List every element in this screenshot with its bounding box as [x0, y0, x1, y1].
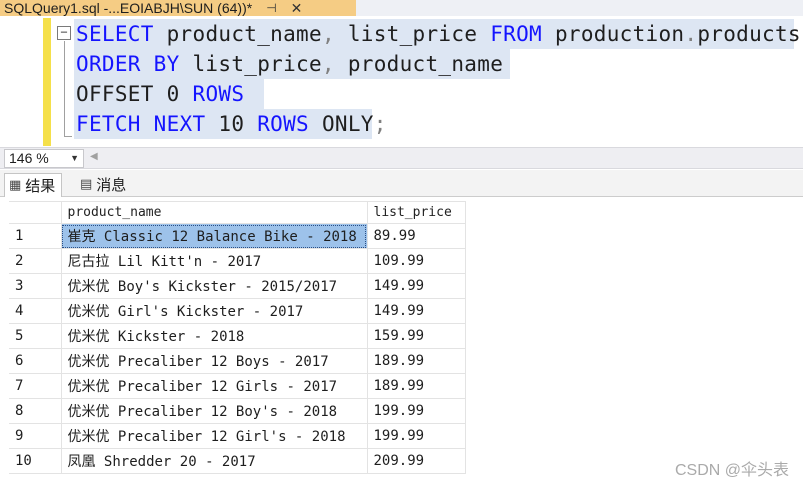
cell-list-price[interactable]: 159.99: [366, 323, 466, 349]
editor-zoom-bar: 146 % ▼ ◀: [0, 147, 803, 169]
tab-strip: [356, 0, 803, 16]
editor-margin: [0, 16, 42, 147]
cell-product-name[interactable]: 优米优 Precaliber 12 Girls - 2017: [60, 373, 368, 399]
sql-keyword: ORDER BY: [76, 52, 180, 76]
table-row[interactable]: 2 尼古拉 Lil Kitt'n - 2017 109.99: [9, 248, 466, 274]
table-row[interactable]: 4 优米优 Girl's Kickster - 2017 149.99: [9, 298, 466, 324]
sql-identifier: products: [697, 22, 801, 46]
document-tab-title: SQLQuery1.sql -...EOIABJH\SUN (64))*: [4, 0, 253, 16]
sql-keyword: FETCH NEXT: [76, 112, 206, 136]
tab-results-label: 结果: [25, 176, 56, 195]
outline-line-end: [64, 136, 72, 137]
cell-list-price[interactable]: 209.99: [366, 448, 466, 474]
watermark: CSDN @伞头表: [674, 462, 789, 479]
zoom-dropdown[interactable]: 146 % ▼: [4, 149, 84, 168]
sql-keyword: ROWS: [192, 82, 245, 106]
row-number[interactable]: 7: [9, 373, 62, 399]
cell-product-name[interactable]: 崔克 Classic 12 Balance Bike - 2018: [60, 223, 368, 249]
cell-product-name[interactable]: 优米优 Precaliber 12 Boys - 2017: [60, 348, 368, 374]
results-grid: product_name list_price 1 崔克 Classic 12 B…: [9, 201, 466, 474]
table-row[interactable]: 5 优米优 Kickster - 2018 159.99: [9, 323, 466, 349]
cell-list-price[interactable]: 109.99: [366, 248, 466, 274]
row-number[interactable]: 6: [9, 348, 62, 374]
sql-identifier: product_name: [153, 22, 322, 46]
sql-punctuation: .: [684, 22, 698, 46]
table-row[interactable]: 9 优米优 Precaliber 12 Girl's - 2018 199.99: [9, 423, 466, 449]
collapse-icon[interactable]: −: [57, 26, 71, 40]
pin-icon[interactable]: ⊣: [266, 1, 276, 15]
sql-identifier: ONLY: [309, 112, 374, 136]
sql-keyword: SELECT: [76, 22, 154, 46]
sql-identifier: 10: [205, 112, 258, 136]
sql-identifier: production: [542, 22, 685, 46]
row-number[interactable]: 4: [9, 298, 62, 324]
cell-product-name[interactable]: 尼古拉 Lil Kitt'n - 2017: [60, 248, 368, 274]
cell-product-name[interactable]: 优米优 Kickster - 2018: [60, 323, 368, 349]
row-number[interactable]: 5: [9, 323, 62, 349]
tab-messages[interactable]: ▤ 消息: [76, 173, 132, 197]
grid-header-row: product_name list_price: [9, 201, 466, 224]
cell-list-price[interactable]: 149.99: [366, 298, 466, 324]
cell-product-name[interactable]: 优米优 Boy's Kickster - 2015/2017: [60, 273, 368, 299]
close-icon[interactable]: ✕: [291, 0, 303, 17]
sql-keyword: FROM: [490, 22, 542, 46]
results-grid-area: product_name list_price 1 崔克 Classic 12 B…: [0, 198, 803, 489]
cell-list-price[interactable]: 189.99: [366, 373, 466, 399]
sql-keyword: ROWS: [257, 112, 309, 136]
table-row[interactable]: 10 凤凰 Shredder 20 - 2017 209.99: [9, 448, 466, 474]
cell-list-price[interactable]: 199.99: [366, 423, 466, 449]
code-line[interactable]: SELECT product_name, list_price FROM pro…: [76, 19, 801, 49]
sql-punctuation: ;: [373, 112, 387, 136]
cell-list-price[interactable]: 199.99: [366, 398, 466, 424]
table-row[interactable]: 6 优米优 Precaliber 12 Boys - 2017 189.99: [9, 348, 466, 374]
row-number[interactable]: 1: [9, 223, 62, 249]
sql-identifier: list_price: [334, 22, 491, 46]
cell-product-name[interactable]: 优米优 Precaliber 12 Girl's - 2018: [60, 423, 368, 449]
tab-results[interactable]: ▦ 结果: [4, 173, 63, 197]
document-tab[interactable]: SQLQuery1.sql -...EOIABJH\SUN (64))* ⊣ ✕: [0, 0, 356, 16]
cell-list-price[interactable]: 189.99: [366, 348, 466, 374]
row-number[interactable]: 9: [9, 423, 62, 449]
results-tab-strip: ▦ 结果 ▤ 消息: [0, 170, 803, 197]
table-row[interactable]: 1 崔克 Classic 12 Balance Bike - 2018 89.99: [9, 223, 466, 249]
outline-line: [64, 41, 65, 136]
zoom-value: 146 %: [9, 150, 49, 166]
tab-messages-label: 消息: [96, 176, 127, 194]
code-line[interactable]: ORDER BY list_price, product_name: [76, 49, 503, 79]
chevron-down-icon[interactable]: ▼: [70, 150, 79, 167]
sql-identifier: list_price: [179, 52, 322, 76]
code-line[interactable]: FETCH NEXT 10 ROWS ONLY;: [76, 109, 387, 139]
cell-list-price[interactable]: 89.99: [366, 223, 466, 249]
grid-icon: ▦: [9, 177, 22, 193]
row-number[interactable]: 10: [9, 448, 62, 474]
query-editor[interactable]: − SELECT product_name, list_price FROM p…: [0, 16, 803, 147]
column-header-list-price[interactable]: list_price: [366, 201, 466, 224]
change-tracking-bar: [43, 18, 51, 146]
cell-product-name[interactable]: 优米优 Precaliber 12 Boy's - 2018: [60, 398, 368, 424]
sql-punctuation: ,: [321, 52, 335, 76]
column-header-product-name[interactable]: product_name: [60, 201, 368, 224]
row-number[interactable]: 2: [9, 248, 62, 274]
table-row[interactable]: 3 优米优 Boy's Kickster - 2015/2017 149.99: [9, 273, 466, 299]
row-number-header[interactable]: [9, 201, 62, 224]
row-number[interactable]: 3: [9, 273, 62, 299]
row-number[interactable]: 8: [9, 398, 62, 424]
sql-identifier: OFFSET 0: [76, 82, 193, 106]
sql-identifier: product_name: [334, 52, 504, 76]
cell-list-price[interactable]: 149.99: [366, 273, 466, 299]
cell-product-name[interactable]: 优米优 Girl's Kickster - 2017: [60, 298, 368, 324]
messages-icon: ▤: [80, 177, 93, 192]
table-row[interactable]: 7 优米优 Precaliber 12 Girls - 2017 189.99: [9, 373, 466, 399]
scroll-left-icon[interactable]: ◀: [90, 151, 98, 162]
table-row[interactable]: 8 优米优 Precaliber 12 Boy's - 2018 199.99: [9, 398, 466, 424]
sql-punctuation: ,: [321, 22, 335, 46]
cell-product-name[interactable]: 凤凰 Shredder 20 - 2017: [60, 448, 368, 474]
code-line[interactable]: OFFSET 0 ROWS: [76, 79, 244, 109]
